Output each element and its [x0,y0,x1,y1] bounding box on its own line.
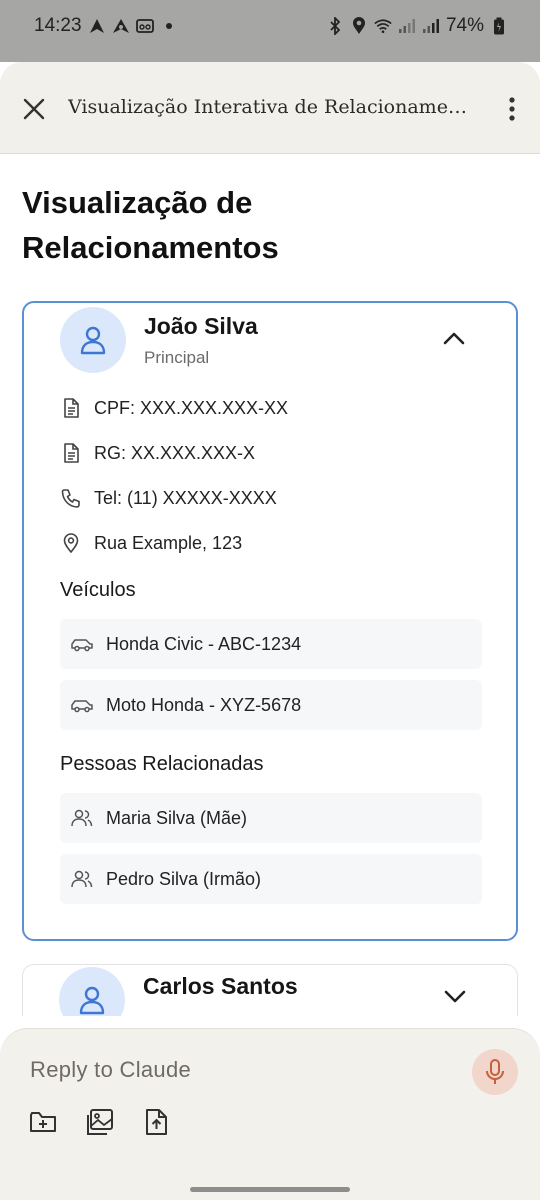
users-icon [70,868,94,890]
info-phone: Tel: (11) XXXXX-XXXX [60,485,277,511]
reply-input[interactable]: Reply to Claude [30,1057,191,1083]
person-name: Carlos Santos [143,973,298,999]
close-button[interactable] [20,95,48,123]
car-icon [70,633,94,655]
navigation-alt-icon [112,17,130,35]
voicemail-icon [135,17,154,35]
vehicle-label: Moto Honda - XYZ-5678 [106,694,302,715]
vehicle-item: Moto Honda - XYZ-5678 [60,680,482,730]
signal-icon [398,17,416,35]
document-icon [60,442,82,464]
upload-file-icon [146,1109,167,1135]
users-icon [70,807,94,829]
related-person-item: Maria Silva (Mãe) [60,793,482,843]
vehicles-section-title: Veículos [60,579,136,601]
dot-icon [160,17,178,35]
car-icon [70,694,94,716]
signal-2-icon [422,17,440,35]
status-bar: 14:23 74% [0,0,540,62]
collapse-button[interactable] [442,329,466,347]
related-section-title: Pessoas Relacionadas [60,753,264,775]
person-card[interactable]: João Silva Principal CPF: XXX.XXX.XXX-XX… [22,301,518,941]
related-person-item: Pedro Silva (Irmão) [60,854,482,904]
user-icon [80,326,106,355]
navigation-icon [88,17,106,35]
battery-icon [490,17,508,35]
chevron-down-icon [444,990,466,1003]
info-cpf: CPF: XXX.XXX.XXX-XX [60,395,288,421]
page-title: Visualização de Relacionamentos [22,185,279,265]
home-indicator[interactable] [190,1187,350,1192]
artifact-content[interactable]: Visualização de Relacionamentos João Sil… [0,154,540,1016]
avatar [59,967,125,1016]
vehicle-label: Honda Civic - ABC-1234 [106,633,302,654]
phone-text: Tel: (11) XXXXX-XXXX [94,487,277,508]
user-icon [79,986,105,1015]
bluetooth-icon [326,17,344,35]
reply-composer: Reply to Claude [0,1028,540,1200]
image-icon [87,1109,113,1135]
rg-text: RG: XX.XXX.XXX-X [94,442,256,463]
sheet-title: Visualização Interativa de Relacionament… [68,96,478,118]
add-folder-button[interactable] [28,1107,58,1137]
location-icon [350,17,368,35]
sheet-header: Visualização Interativa de Relacionament… [0,62,540,154]
more-options-button[interactable] [506,95,518,123]
cpf-text: CPF: XXX.XXX.XXX-XX [94,397,289,418]
phone-icon [60,487,82,509]
add-image-button[interactable] [85,1107,115,1137]
close-icon [23,98,45,120]
battery-percent: 74% [445,15,484,36]
related-person-label: Pedro Silva (Irmão) [106,868,262,889]
person-name: João Silva [144,313,258,339]
chevron-up-icon [443,332,465,345]
microphone-button[interactable] [472,1049,518,1095]
address-text: Rua Example, 123 [94,532,243,553]
avatar [60,307,126,373]
status-time: 14:23 [34,15,82,36]
wifi-icon [374,17,392,35]
document-icon [60,397,82,419]
related-person-label: Maria Silva (Mãe) [106,807,248,828]
info-rg: RG: XX.XXX.XXX-X [60,440,255,466]
upload-file-button[interactable] [142,1107,172,1137]
vehicle-item: Honda Civic - ABC-1234 [60,619,482,669]
person-card[interactable]: Carlos Santos [22,964,518,1016]
person-role: Principal [144,348,210,367]
folder-add-icon [30,1112,56,1132]
expand-button[interactable] [443,987,467,1005]
location-pin-icon [60,532,82,554]
microphone-icon [486,1059,504,1084]
info-address: Rua Example, 123 [60,530,242,556]
more-vertical-icon [509,97,515,121]
